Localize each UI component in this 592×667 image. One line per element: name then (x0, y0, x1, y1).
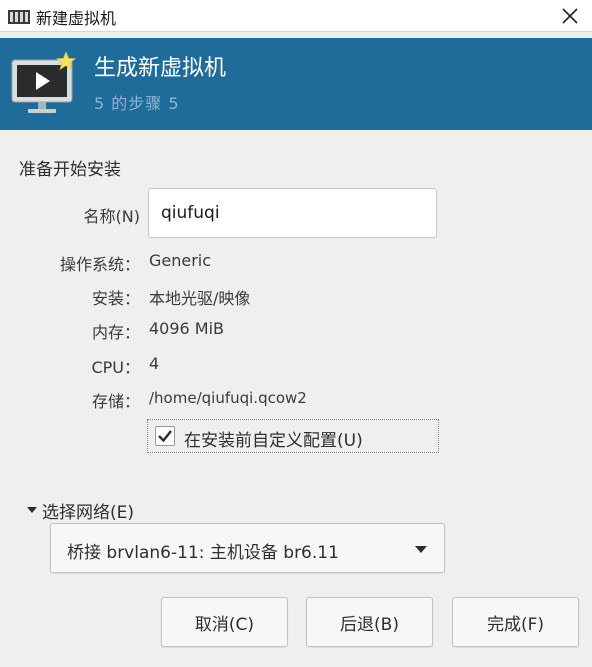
os-label: 操作系统： (59, 255, 140, 274)
finish-button[interactable]: 完成(F) (452, 597, 579, 647)
dropdown-arrow-icon (415, 546, 427, 553)
network-expander[interactable]: 选择网络(E) (26, 499, 135, 523)
window-titlebar: 新建虚拟机 (0, 0, 592, 32)
window-title: 新建虚拟机 (36, 9, 117, 28)
customize-label: 在安装前自定义配置(U) (184, 431, 363, 451)
section-heading: 准备开始安装 (19, 160, 121, 180)
wizard-title: 生成新虚拟机 (94, 56, 227, 81)
memory-value: 4096 MiB (149, 319, 225, 338)
virt-manager-app-icon (8, 9, 30, 24)
checkmark-icon (158, 430, 172, 443)
back-button[interactable]: 后退(B) (306, 597, 433, 647)
wizard-header-banner: 生成新虚拟机 5 的步骤 5 (0, 38, 592, 130)
name-label: 名称(N) (83, 207, 140, 226)
close-window-button[interactable] (556, 2, 584, 30)
network-expander-label: 选择网络(E) (42, 502, 135, 523)
network-select[interactable]: 桥接 brvlan6-11: 主机设备 br6.11 (50, 523, 445, 573)
customize-before-install-checkbox[interactable]: 在安装前自定义配置(U) (147, 419, 439, 453)
vm-name-input[interactable]: qiufuqi (148, 188, 437, 238)
checkbox-box[interactable] (155, 426, 175, 446)
new-vm-icon (10, 50, 80, 116)
os-value: Generic (149, 251, 212, 270)
memory-label: 内存： (91, 323, 140, 342)
storage-value: /home/qiufuqi.qcow2 (149, 389, 307, 407)
install-value: 本地光驱/映像 (149, 289, 251, 308)
cpu-label: CPU： (91, 358, 140, 377)
network-selected-value: 桥接 brvlan6-11: 主机设备 br6.11 (67, 543, 339, 563)
storage-label: 存储： (91, 392, 140, 411)
close-icon (562, 8, 578, 24)
install-label: 安装： (91, 289, 140, 308)
cpu-value: 4 (149, 354, 160, 373)
wizard-step-indicator: 5 的步骤 5 (94, 94, 180, 113)
cancel-button[interactable]: 取消(C) (161, 597, 288, 647)
expander-arrow-icon (27, 507, 37, 513)
